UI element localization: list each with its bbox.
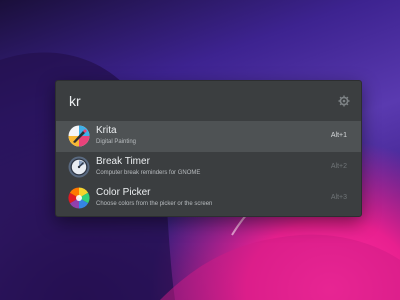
result-description: Choose colors from the picker or the scr… xyxy=(96,201,213,207)
search-bar xyxy=(56,81,361,121)
result-shortcut: Alt+3 xyxy=(330,194,347,201)
gear-icon[interactable] xyxy=(338,95,350,107)
result-name: Break Timer xyxy=(96,156,150,167)
search-input[interactable] xyxy=(69,91,309,111)
krita-icon xyxy=(68,125,90,147)
color-picker-icon xyxy=(68,187,90,209)
result-item-krita[interactable]: Krita Digital Painting Alt+1 xyxy=(56,121,361,152)
break-timer-icon xyxy=(68,156,90,178)
result-name: Krita xyxy=(96,125,117,136)
result-description: Computer break reminders for GNOME xyxy=(96,170,201,176)
app-launcher-window: Krita Digital Painting Alt+1 Break Timer… xyxy=(55,80,362,217)
desktop-wallpaper: Krita Digital Painting Alt+1 Break Timer… xyxy=(0,0,400,300)
result-description: Digital Painting xyxy=(96,139,137,145)
result-item-color-picker[interactable]: Color Picker Choose colors from the pick… xyxy=(56,183,361,214)
result-shortcut: Alt+1 xyxy=(330,132,347,139)
result-name: Color Picker xyxy=(96,187,151,198)
result-item-break-timer[interactable]: Break Timer Computer break reminders for… xyxy=(56,152,361,183)
result-shortcut: Alt+2 xyxy=(330,163,347,170)
